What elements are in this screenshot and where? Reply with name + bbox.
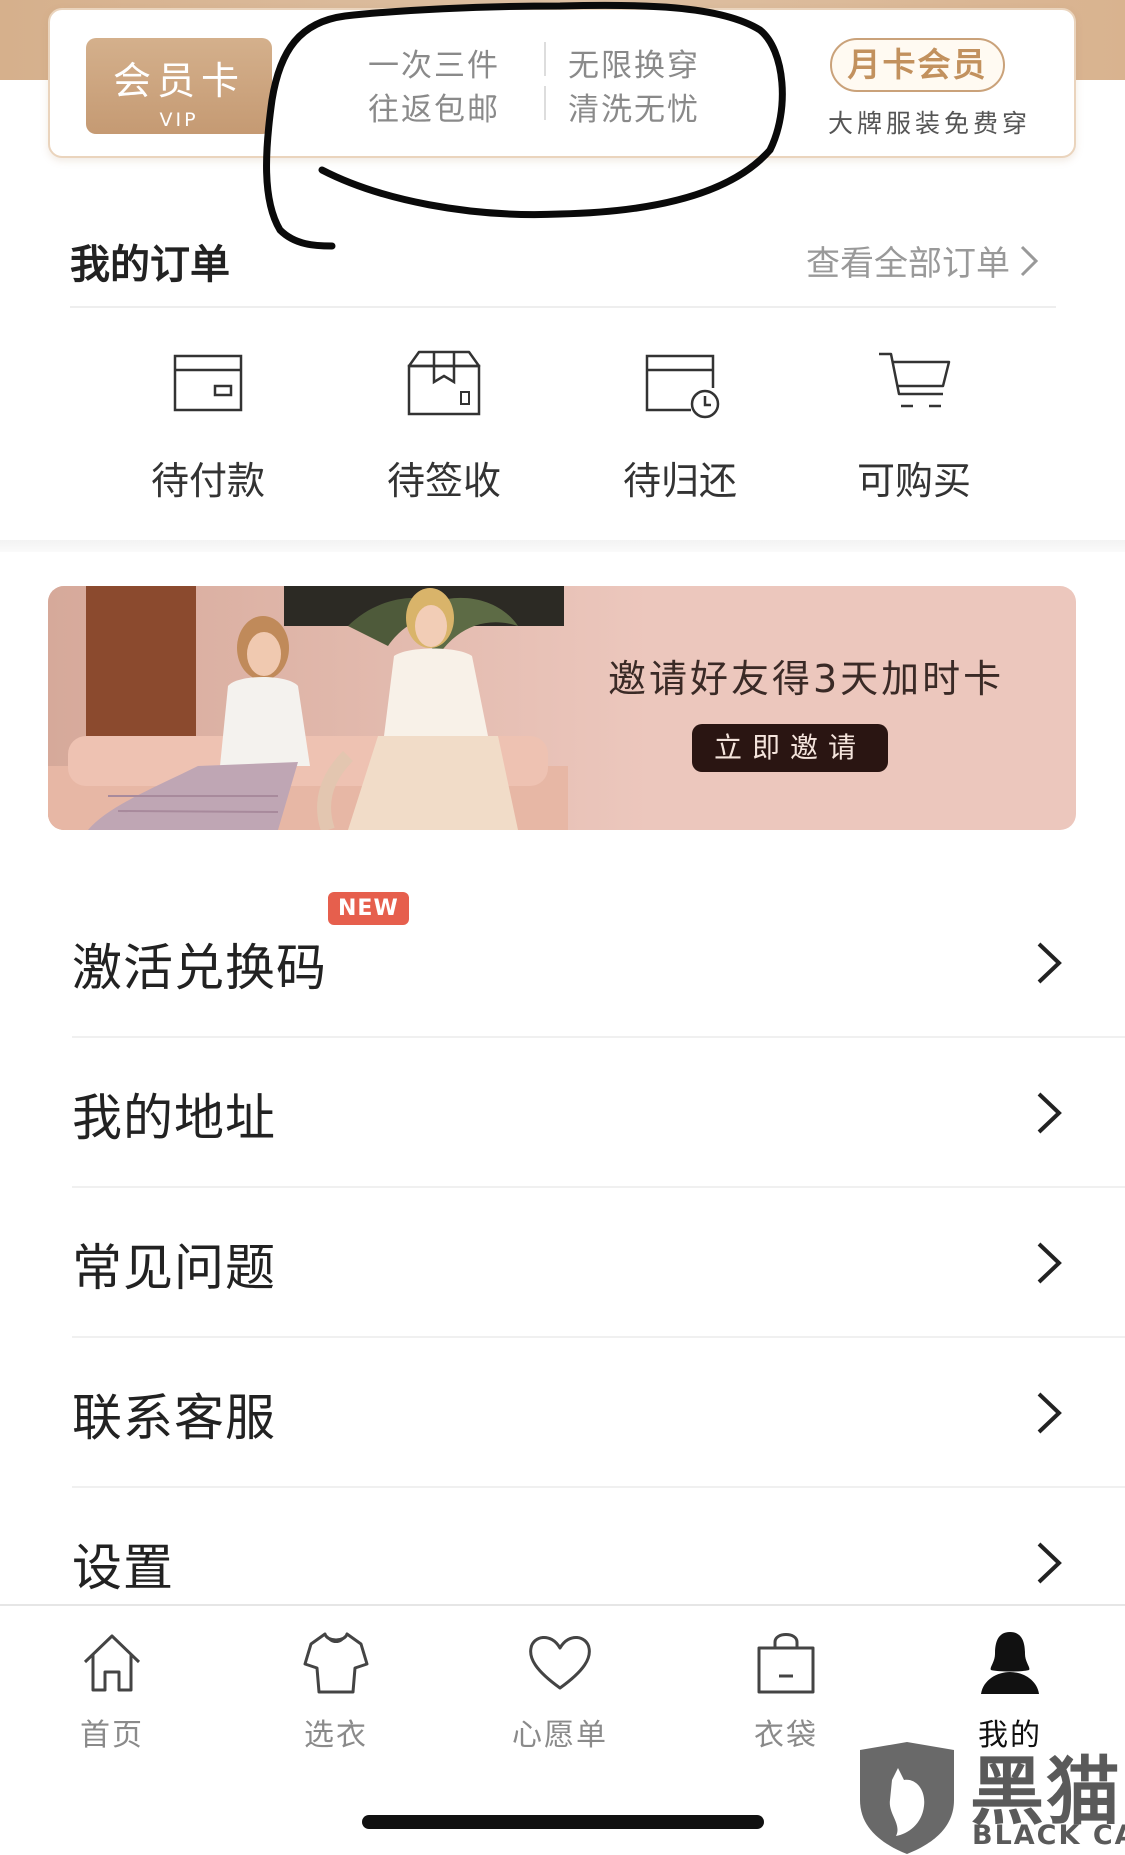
order-status-to-receive[interactable]: 待签收	[364, 348, 524, 505]
invite-headline: 邀请好友得3天加时卡	[608, 657, 1005, 701]
benefit-text: 一次三件	[368, 48, 500, 84]
chevron-right-icon	[1037, 1242, 1062, 1284]
month-card-badge[interactable]: 月卡会员	[830, 38, 1005, 92]
order-status-label: 待签收	[386, 459, 501, 503]
tab-label: 心愿单	[512, 1718, 608, 1753]
member-benefits: 一次三件 无限换穿 往返包邮 清洗无忧	[368, 40, 748, 140]
tab-label: 衣袋	[754, 1718, 818, 1753]
order-status-purchasable[interactable]: 可购买	[834, 348, 994, 505]
menu-item-label: 常见问题	[72, 1239, 276, 1297]
watermark-en: BLACK CAT	[972, 1820, 1125, 1851]
member-card-banner[interactable]: 会员卡 VIP 一次三件 无限换穿 往返包邮 清洗无忧 月卡会员 大牌服装免费穿	[48, 8, 1076, 158]
order-status-to-return[interactable]: 待归还	[600, 348, 760, 505]
view-all-orders-link[interactable]: 查看全部订单	[806, 236, 1040, 285]
order-status-pending-payment[interactable]: 待付款	[128, 348, 288, 505]
models-photo	[48, 586, 648, 830]
benefit-text: 无限换穿	[568, 48, 700, 84]
black-cat-watermark: 黑猫 BLACK CAT	[852, 1740, 1125, 1855]
chevron-right-icon	[1037, 1092, 1062, 1134]
home-indicator[interactable]	[362, 1815, 764, 1829]
view-all-orders-label: 查看全部订单	[806, 244, 1010, 284]
invite-now-button[interactable]: 立即邀请	[692, 724, 888, 772]
menu-item-redeem-code[interactable]: 激活兑换码 NEW	[72, 888, 1125, 1038]
chevron-right-icon	[1037, 1542, 1062, 1584]
chevron-right-icon	[1037, 942, 1062, 984]
order-status-label: 待归还	[622, 459, 737, 503]
menu-item-customer-service[interactable]: 联系客服	[72, 1338, 1125, 1488]
menu-item-label: 设置	[72, 1539, 174, 1597]
home-icon	[83, 1634, 141, 1692]
heart-icon	[529, 1636, 591, 1690]
menu-item-faq[interactable]: 常见问题	[72, 1188, 1125, 1338]
vip-badge-sub: VIP	[159, 109, 199, 131]
vip-badge-title: 会员卡	[112, 59, 245, 103]
chevron-right-icon	[1037, 1392, 1062, 1434]
cart-icon	[879, 352, 951, 408]
tab-choose-clothes[interactable]: 选衣	[266, 1628, 406, 1754]
menu-item-label: 我的地址	[72, 1089, 276, 1147]
menu-item-label: 联系客服	[72, 1389, 276, 1447]
profile-icon	[981, 1632, 1039, 1694]
menu-item-my-address[interactable]: 我的地址	[72, 1038, 1125, 1188]
vip-member-badge[interactable]: 会员卡 VIP	[86, 38, 272, 134]
shirt-icon	[303, 1632, 369, 1694]
orders-section-title: 我的订单	[70, 242, 230, 288]
invite-friends-banner[interactable]: 邀请好友得3天加时卡 立即邀请	[48, 586, 1076, 830]
tab-label: 首页	[80, 1718, 144, 1753]
tab-wishlist[interactable]: 心愿单	[490, 1628, 630, 1754]
benefit-divider	[544, 42, 546, 76]
menu-item-label: 激活兑换码	[72, 939, 327, 997]
order-status-label: 可购买	[856, 459, 971, 503]
month-card-subtitle: 大牌服装免费穿	[828, 109, 1032, 138]
benefit-divider	[544, 86, 546, 120]
chevron-right-icon	[1020, 245, 1039, 276]
section-separator	[0, 540, 1125, 552]
benefit-text: 清洗无忧	[568, 92, 700, 128]
tab-clothes-bag[interactable]: 衣袋	[716, 1628, 856, 1754]
package-icon	[407, 350, 481, 416]
return-clock-icon	[645, 354, 720, 419]
tab-label: 选衣	[304, 1718, 368, 1753]
divider	[70, 306, 1056, 308]
order-status-label: 待付款	[150, 459, 265, 503]
cat-shield-logo-icon	[860, 1742, 954, 1854]
bag-icon	[757, 1633, 815, 1694]
tab-home[interactable]: 首页	[42, 1628, 182, 1754]
new-badge: NEW	[328, 892, 409, 925]
benefit-text: 往返包邮	[368, 92, 500, 128]
card-icon	[173, 354, 243, 412]
